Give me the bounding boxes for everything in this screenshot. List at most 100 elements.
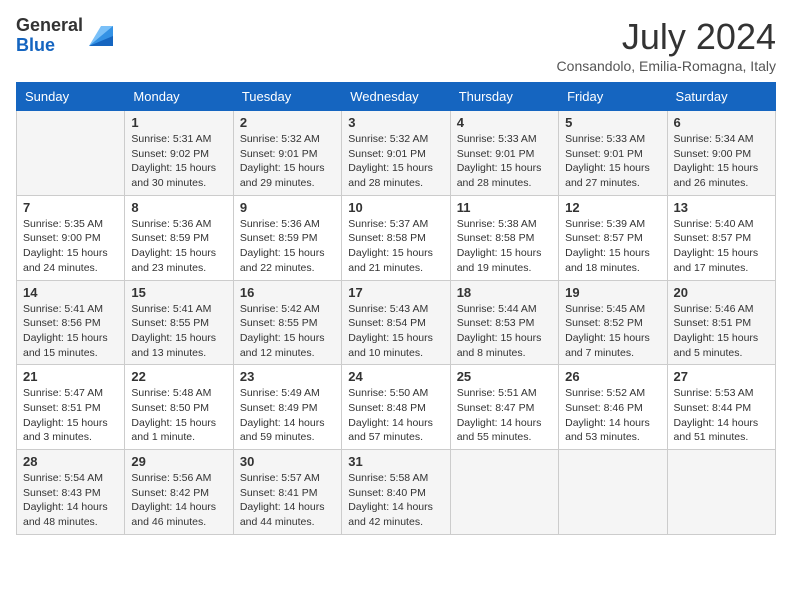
header-day-friday: Friday (559, 83, 667, 111)
day-cell: 6Sunrise: 5:34 AM Sunset: 9:00 PM Daylig… (667, 111, 775, 196)
day-number: 29 (131, 454, 226, 469)
day-cell: 27 Sunrise: 5:53 AM Sunset: 8:44 PM Dayli… (667, 365, 775, 450)
day-number: 21 (23, 369, 118, 384)
day-cell: 10 Sunrise: 5:37 AM Sunset: 8:58 PM Dayli… (342, 195, 450, 280)
day-cell (450, 450, 558, 535)
day-cell: 18 Sunrise: 5:44 AM Sunset: 8:53 PM Dayli… (450, 280, 558, 365)
day-cell: 31 Sunrise: 5:58 AM Sunset: 8:40 PM Dayli… (342, 450, 450, 535)
day-info: Sunrise: 5:43 AM Sunset: 8:54 PM Dayligh… (348, 302, 443, 361)
day-number: 5 (565, 115, 660, 130)
day-cell: 14 Sunrise: 5:41 AM Sunset: 8:56 PM Dayli… (17, 280, 125, 365)
day-number: 31 (348, 454, 443, 469)
day-cell: 29 Sunrise: 5:56 AM Sunset: 8:42 PM Dayli… (125, 450, 233, 535)
day-cell: 9 Sunrise: 5:36 AM Sunset: 8:59 PM Daylig… (233, 195, 341, 280)
day-number: 25 (457, 369, 552, 384)
title-block: July 2024 Consandolo, Emilia-Romagna, It… (557, 16, 776, 74)
day-cell: 1Sunrise: 5:31 AM Sunset: 9:02 PM Daylig… (125, 111, 233, 196)
day-number: 17 (348, 285, 443, 300)
day-info: Sunrise: 5:48 AM Sunset: 8:50 PM Dayligh… (131, 386, 226, 445)
day-number: 7 (23, 200, 118, 215)
day-info: Sunrise: 5:36 AM Sunset: 8:59 PM Dayligh… (240, 217, 335, 276)
header-day-thursday: Thursday (450, 83, 558, 111)
month-title: July 2024 (557, 16, 776, 58)
day-number: 30 (240, 454, 335, 469)
week-row-1: 1Sunrise: 5:31 AM Sunset: 9:02 PM Daylig… (17, 111, 776, 196)
day-info: Sunrise: 5:52 AM Sunset: 8:46 PM Dayligh… (565, 386, 660, 445)
day-number: 12 (565, 200, 660, 215)
day-number: 13 (674, 200, 769, 215)
logo: General Blue (16, 16, 113, 56)
day-info: Sunrise: 5:46 AM Sunset: 8:51 PM Dayligh… (674, 302, 769, 361)
day-cell: 23Sunrise: 5:49 AM Sunset: 8:49 PM Dayli… (233, 365, 341, 450)
day-cell (17, 111, 125, 196)
week-row-3: 14 Sunrise: 5:41 AM Sunset: 8:56 PM Dayli… (17, 280, 776, 365)
day-number: 4 (457, 115, 552, 130)
day-number: 15 (131, 285, 226, 300)
day-number: 18 (457, 285, 552, 300)
day-cell: 17 Sunrise: 5:43 AM Sunset: 8:54 PM Dayli… (342, 280, 450, 365)
day-number: 27 (674, 369, 769, 384)
day-info: Sunrise: 5:39 AM Sunset: 8:57 PM Dayligh… (565, 217, 660, 276)
day-info: Sunrise: 5:37 AM Sunset: 8:58 PM Dayligh… (348, 217, 443, 276)
calendar-header: SundayMondayTuesdayWednesdayThursdayFrid… (17, 83, 776, 111)
day-number: 9 (240, 200, 335, 215)
day-number: 19 (565, 285, 660, 300)
day-cell: 12 Sunrise: 5:39 AM Sunset: 8:57 PM Dayli… (559, 195, 667, 280)
calendar-body: 1Sunrise: 5:31 AM Sunset: 9:02 PM Daylig… (17, 111, 776, 535)
day-cell: 5Sunrise: 5:33 AM Sunset: 9:01 PM Daylig… (559, 111, 667, 196)
day-info: Sunrise: 5:41 AM Sunset: 8:56 PM Dayligh… (23, 302, 118, 361)
day-cell: 7 Sunrise: 5:35 AM Sunset: 9:00 PM Daylig… (17, 195, 125, 280)
day-info: Sunrise: 5:53 AM Sunset: 8:44 PM Dayligh… (674, 386, 769, 445)
day-info: Sunrise: 5:57 AM Sunset: 8:41 PM Dayligh… (240, 471, 335, 530)
day-number: 22 (131, 369, 226, 384)
logo-icon (85, 22, 113, 50)
day-info: Sunrise: 5:41 AM Sunset: 8:55 PM Dayligh… (131, 302, 226, 361)
day-info: Sunrise: 5:50 AM Sunset: 8:48 PM Dayligh… (348, 386, 443, 445)
day-number: 11 (457, 200, 552, 215)
day-info: Sunrise: 5:58 AM Sunset: 8:40 PM Dayligh… (348, 471, 443, 530)
header-day-tuesday: Tuesday (233, 83, 341, 111)
day-cell: 26Sunrise: 5:52 AM Sunset: 8:46 PM Dayli… (559, 365, 667, 450)
day-cell: 16 Sunrise: 5:42 AM Sunset: 8:55 PM Dayli… (233, 280, 341, 365)
day-number: 16 (240, 285, 335, 300)
day-info: Sunrise: 5:31 AM Sunset: 9:02 PM Dayligh… (131, 132, 226, 191)
day-cell: 11 Sunrise: 5:38 AM Sunset: 8:58 PM Dayli… (450, 195, 558, 280)
day-info: Sunrise: 5:38 AM Sunset: 8:58 PM Dayligh… (457, 217, 552, 276)
day-cell: 4 Sunrise: 5:33 AM Sunset: 9:01 PM Daylig… (450, 111, 558, 196)
day-info: Sunrise: 5:35 AM Sunset: 9:00 PM Dayligh… (23, 217, 118, 276)
day-number: 2 (240, 115, 335, 130)
day-number: 8 (131, 200, 226, 215)
day-cell: 3 Sunrise: 5:32 AM Sunset: 9:01 PM Daylig… (342, 111, 450, 196)
day-cell: 24Sunrise: 5:50 AM Sunset: 8:48 PM Dayli… (342, 365, 450, 450)
header-row: SundayMondayTuesdayWednesdayThursdayFrid… (17, 83, 776, 111)
week-row-2: 7 Sunrise: 5:35 AM Sunset: 9:00 PM Daylig… (17, 195, 776, 280)
day-cell: 15 Sunrise: 5:41 AM Sunset: 8:55 PM Dayli… (125, 280, 233, 365)
header-day-saturday: Saturday (667, 83, 775, 111)
day-info: Sunrise: 5:45 AM Sunset: 8:52 PM Dayligh… (565, 302, 660, 361)
day-number: 14 (23, 285, 118, 300)
day-number: 6 (674, 115, 769, 130)
day-cell: 28Sunrise: 5:54 AM Sunset: 8:43 PM Dayli… (17, 450, 125, 535)
day-number: 3 (348, 115, 443, 130)
day-info: Sunrise: 5:32 AM Sunset: 9:01 PM Dayligh… (348, 132, 443, 191)
day-number: 20 (674, 285, 769, 300)
page-header: General Blue July 2024 Consandolo, Emili… (16, 16, 776, 74)
day-info: Sunrise: 5:56 AM Sunset: 8:42 PM Dayligh… (131, 471, 226, 530)
logo-general: General (16, 15, 83, 35)
day-cell: 20 Sunrise: 5:46 AM Sunset: 8:51 PM Dayli… (667, 280, 775, 365)
day-info: Sunrise: 5:40 AM Sunset: 8:57 PM Dayligh… (674, 217, 769, 276)
day-number: 23 (240, 369, 335, 384)
day-cell: 30 Sunrise: 5:57 AM Sunset: 8:41 PM Dayli… (233, 450, 341, 535)
logo-blue: Blue (16, 35, 55, 55)
day-info: Sunrise: 5:32 AM Sunset: 9:01 PM Dayligh… (240, 132, 335, 191)
day-cell: 19 Sunrise: 5:45 AM Sunset: 8:52 PM Dayli… (559, 280, 667, 365)
day-info: Sunrise: 5:47 AM Sunset: 8:51 PM Dayligh… (23, 386, 118, 445)
day-number: 10 (348, 200, 443, 215)
day-cell: 8Sunrise: 5:36 AM Sunset: 8:59 PM Daylig… (125, 195, 233, 280)
day-info: Sunrise: 5:42 AM Sunset: 8:55 PM Dayligh… (240, 302, 335, 361)
day-cell (667, 450, 775, 535)
day-info: Sunrise: 5:51 AM Sunset: 8:47 PM Dayligh… (457, 386, 552, 445)
day-info: Sunrise: 5:44 AM Sunset: 8:53 PM Dayligh… (457, 302, 552, 361)
header-day-monday: Monday (125, 83, 233, 111)
day-info: Sunrise: 5:33 AM Sunset: 9:01 PM Dayligh… (457, 132, 552, 191)
